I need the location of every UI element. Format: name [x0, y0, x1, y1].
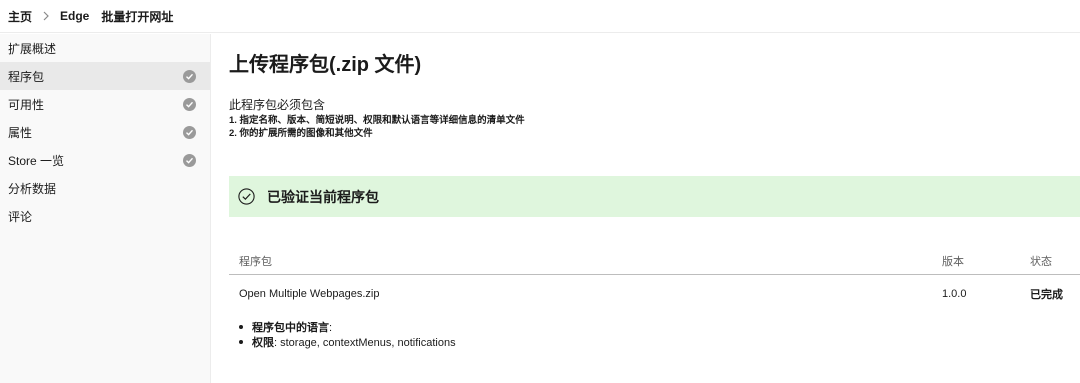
detail-permissions-value: : storage, contextMenus, notifications — [274, 337, 456, 349]
sidebar-item-properties[interactable]: 属性 — [0, 118, 210, 146]
package-version: 1.0.0 — [942, 287, 967, 300]
column-header-package: 程序包 — [239, 256, 272, 268]
checkmark-circle-outline-icon — [238, 188, 255, 205]
sidebar-item-packages[interactable]: 程序包 — [0, 62, 210, 90]
sidebar-item-availability[interactable]: 可用性 — [0, 90, 210, 118]
breadcrumb-home[interactable]: 主页 — [8, 8, 32, 25]
breadcrumb: 主页 Edge 批量打开网址 — [0, 0, 1080, 33]
requirement-item: 2. 你的扩展所需的图像和其他文件 — [229, 128, 373, 139]
page-title: 上传程序包(.zip 文件) — [229, 54, 422, 76]
column-header-status: 状态 — [1030, 256, 1052, 268]
package-file-name: Open Multiple Webpages.zip — [239, 287, 380, 300]
sidebar-item-label: 属性 — [8, 125, 33, 140]
chevron-right-icon — [42, 11, 50, 21]
detail-permissions-key: 权限 — [252, 337, 274, 349]
checkmark-circle-icon — [183, 69, 196, 83]
sidebar-item-label: 分析数据 — [8, 181, 57, 196]
breadcrumb-product[interactable]: Edge — [60, 9, 89, 23]
detail-languages-key: 程序包中的语言 — [252, 322, 329, 334]
main-content: 上传程序包(.zip 文件) 此程序包必须包含 1. 指定名称、版本、简短说明、… — [229, 34, 1080, 383]
banner-message: 已验证当前程序包 — [267, 188, 379, 205]
package-details: 程序包中的语言: 权限: storage, contextMenus, noti… — [239, 321, 456, 351]
validation-success-banner: 已验证当前程序包 — [229, 176, 1080, 217]
requirements-heading: 此程序包必须包含 — [229, 98, 326, 112]
detail-languages: 程序包中的语言: — [239, 321, 456, 336]
sidebar-item-label: Store 一览 — [8, 153, 65, 168]
checkmark-circle-icon — [183, 125, 196, 139]
sidebar-item-analytics[interactable]: 分析数据 — [0, 174, 210, 202]
sidebar-item-store-listing[interactable]: Store 一览 — [0, 146, 210, 174]
detail-languages-value: : — [329, 322, 333, 334]
breadcrumb-extension[interactable]: 批量打开网址 — [101, 8, 173, 25]
sidebar-item-label: 扩展概述 — [8, 41, 57, 56]
bullet-dot — [239, 325, 243, 329]
sidebar-item-label: 评论 — [8, 209, 33, 224]
package-table: 程序包 版本 状态 Open Multiple Webpages.zip 1.0… — [229, 248, 1080, 312]
sidebar-item-reviews[interactable]: 评论 — [0, 202, 210, 230]
column-header-version: 版本 — [942, 256, 964, 268]
sidebar-item-label: 可用性 — [8, 97, 45, 112]
checkmark-circle-icon — [183, 153, 196, 167]
requirements-list: 1. 指定名称、版本、简短说明、权限和默认语言等详细信息的清单文件 2. 你的扩… — [229, 114, 525, 140]
checkmark-circle-icon — [183, 97, 196, 111]
sidebar: 扩展概述 程序包 可用性 属性 Store 一览 分析数据 评论 — [0, 34, 211, 383]
sidebar-item-overview[interactable]: 扩展概述 — [0, 34, 210, 62]
table-header: 程序包 版本 状态 — [229, 248, 1080, 275]
package-status: 已完成 — [1030, 288, 1063, 301]
requirement-item: 1. 指定名称、版本、简短说明、权限和默认语言等详细信息的清单文件 — [229, 115, 525, 126]
sidebar-item-label: 程序包 — [8, 69, 45, 84]
bullet-dot — [239, 340, 243, 344]
detail-permissions: 权限: storage, contextMenus, notifications — [239, 336, 456, 351]
table-row: Open Multiple Webpages.zip 1.0.0 已完成 — [229, 275, 1080, 312]
